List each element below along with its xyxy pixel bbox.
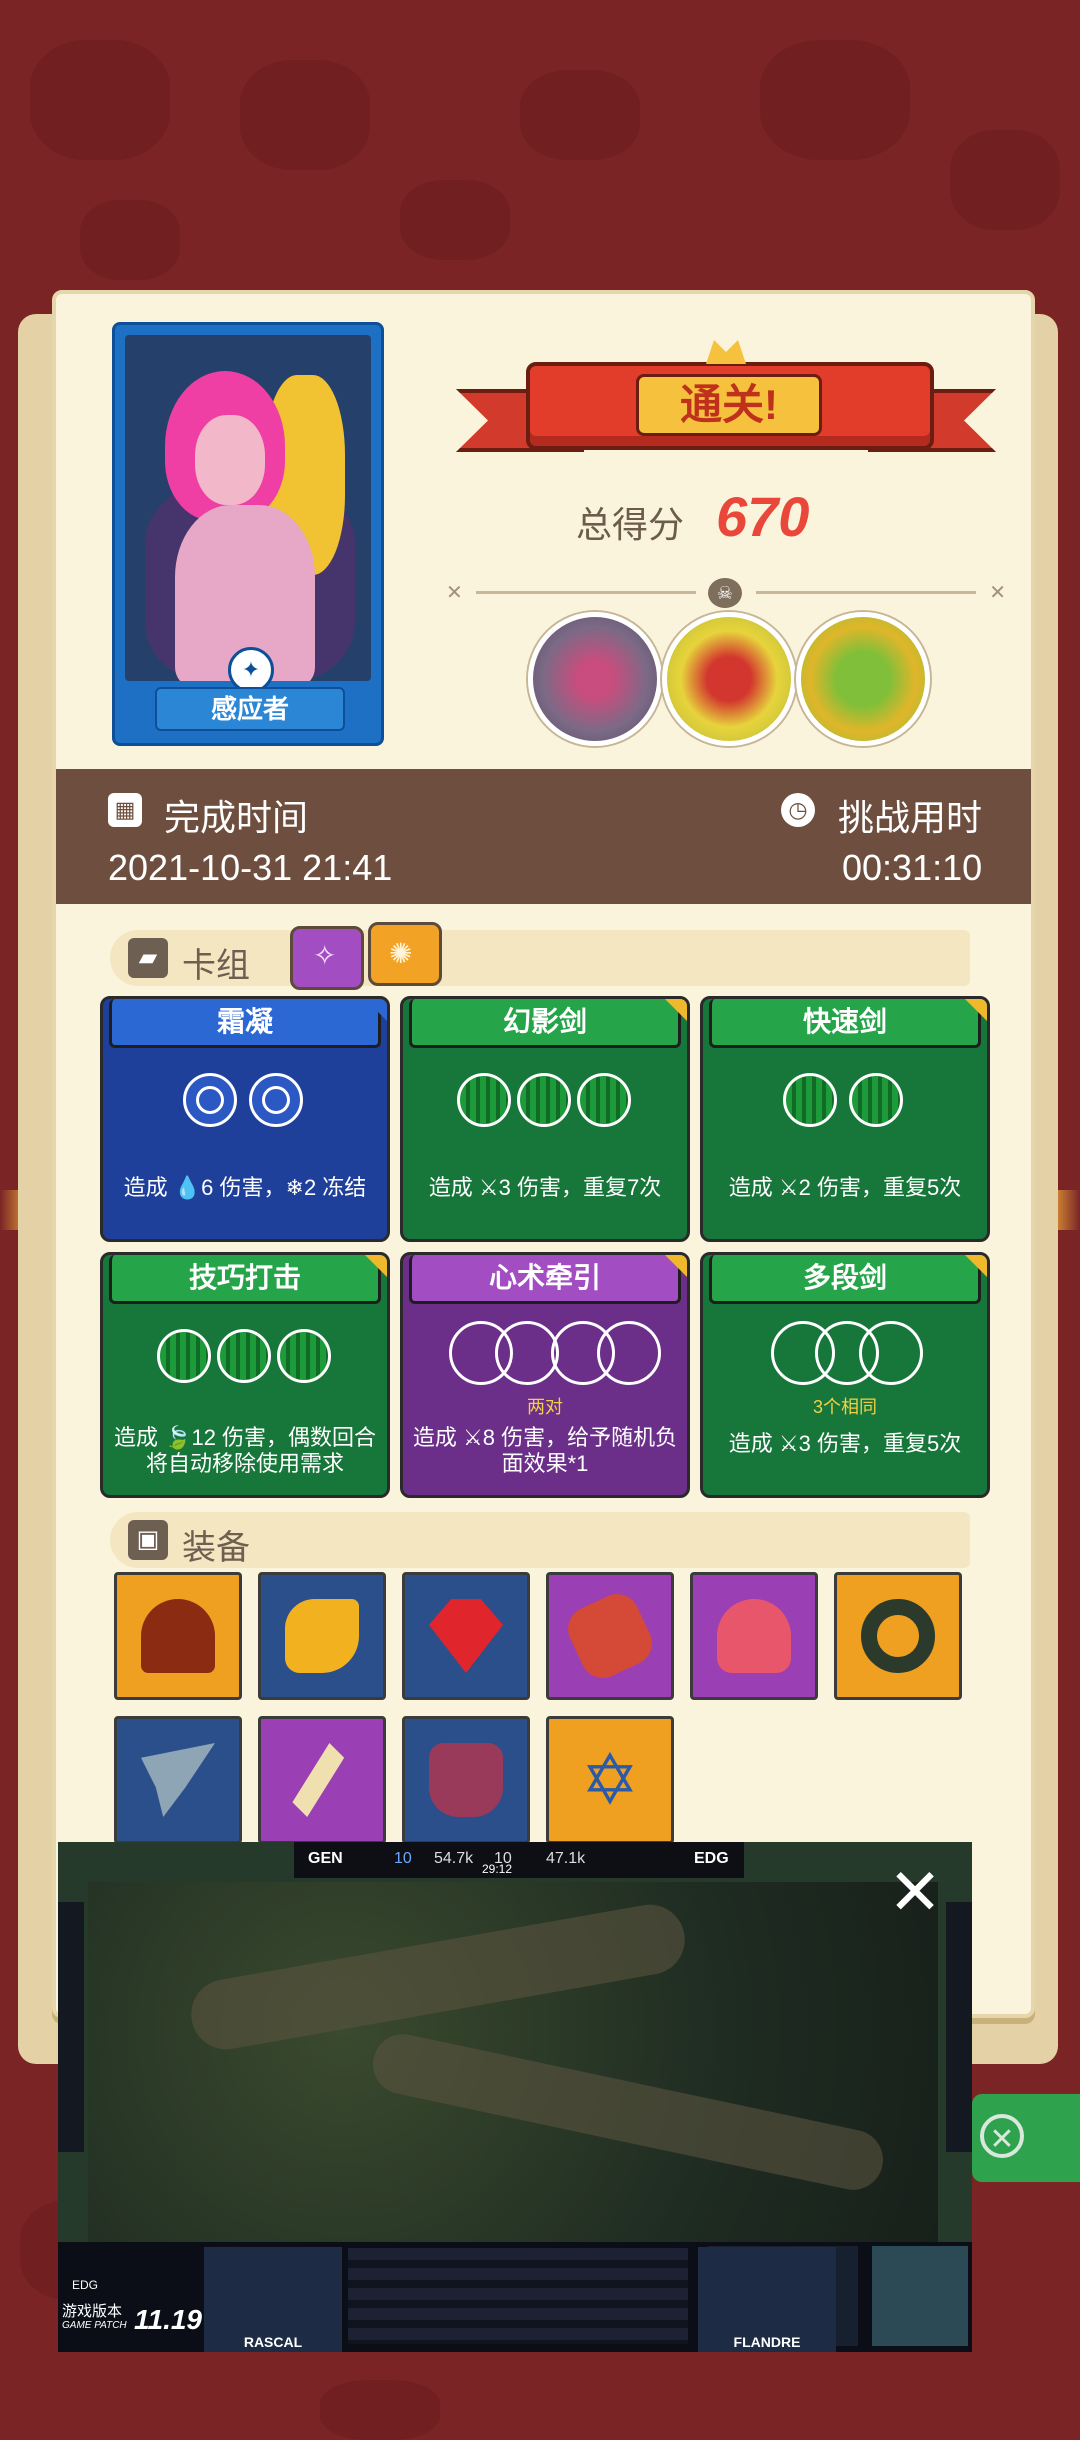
dice-slot-icon: [577, 1073, 631, 1127]
dice-slot-icon: [849, 1073, 903, 1127]
player-cam-left: RASCAL: [204, 2247, 342, 2352]
video-overlay[interactable]: GEN 10 54.7k 10 47.1k 29:12 EDG 游戏版本 GAM…: [58, 1842, 972, 2352]
pink-mushroom-icon[interactable]: [690, 1572, 818, 1700]
boss-portrait-1[interactable]: [528, 612, 662, 746]
dagger-icon[interactable]: [258, 1716, 386, 1844]
info-bar: ▦ 完成时间 2021-10-31 21:41 ◷ 挑战用时 00:31:10: [56, 769, 1031, 904]
rune-icon: ✧: [313, 940, 337, 971]
dark-ring-icon[interactable]: [834, 1572, 962, 1700]
dice-slot-icon: [183, 1073, 237, 1127]
finish-time-label: 完成时间: [164, 797, 309, 838]
empty-slot-icon: [597, 1321, 661, 1385]
crown-icon: [706, 340, 746, 364]
deck-filter-orange[interactable]: ✺: [368, 922, 442, 986]
dice-slot-icon: [517, 1073, 571, 1127]
crossed-swords-icon: ✕: [989, 582, 1006, 604]
score-value: 670: [716, 485, 810, 548]
left-team-list: [58, 1902, 84, 2152]
close-icon[interactable]: ✕: [980, 2114, 1024, 2158]
dice-slot-icon: [783, 1073, 837, 1127]
stopwatch-icon: ◷: [781, 793, 815, 827]
equipment-title: 装备: [182, 1529, 250, 1567]
result-panel: ✦ 感应者 通关! 总得分 670 ✕ ☠ ✕ ▦ 完成时间 2021-10-3…: [52, 290, 1035, 2018]
victory-ribbon: 通关!: [456, 334, 996, 464]
red-bracer-icon[interactable]: [546, 1572, 674, 1700]
character-name: 感应者: [155, 687, 345, 731]
empty-slot-icon: [859, 1321, 923, 1385]
character-portrait: [125, 335, 371, 681]
scoreboard: GEN 10 54.7k 10 47.1k 29:12 EDG: [294, 1842, 744, 1878]
close-video-button[interactable]: ✕: [888, 1861, 942, 1925]
armor-icon[interactable]: [402, 1716, 530, 1844]
game-map: [88, 1882, 938, 2252]
calendar-icon: ▦: [108, 793, 142, 827]
skull-icon: ☠: [708, 578, 742, 608]
equipment-section-header: ▣ 装备: [110, 1512, 970, 1568]
card-skill-strike[interactable]: 技巧打击 造成 🍃12 伤害，偶数回合将自动移除使用需求: [100, 1252, 390, 1498]
character-card[interactable]: ✦ 感应者: [112, 322, 384, 746]
deck-title: 卡组: [182, 947, 250, 985]
boss-divider: ✕ ☠ ✕: [446, 578, 1006, 608]
crossed-swords-icon: ✕: [446, 582, 463, 604]
hexagram-icon[interactable]: ✡: [546, 1716, 674, 1844]
card-multi-sword[interactable]: 多段剑 3个相同 造成 ⚔3 伤害，重复5次: [700, 1252, 990, 1498]
spiral-icon: ✺: [389, 938, 413, 969]
score-label: 总得分: [576, 504, 685, 545]
box-icon: ▣: [128, 1520, 168, 1560]
scythe-icon[interactable]: [114, 1716, 242, 1844]
cards-icon: ▰: [128, 938, 168, 978]
ruby-gem-icon[interactable]: [402, 1572, 530, 1700]
right-team-list: [946, 1902, 972, 2152]
dice-slot-icon: [457, 1073, 511, 1127]
finish-time-value: 2021-10-31 21:41: [108, 847, 393, 888]
deck-filter-purple[interactable]: ✧: [290, 926, 364, 990]
card-quick-sword[interactable]: 快速剑 造成 ⚔2 伤害，重复5次: [700, 996, 990, 1242]
empty-slot-icon: [495, 1321, 559, 1385]
hood-icon[interactable]: [114, 1572, 242, 1700]
gold-horn-icon[interactable]: [258, 1572, 386, 1700]
dice-slot-icon: [217, 1329, 271, 1383]
deck-section-header: ▰ 卡组 ✧ ✺: [110, 922, 970, 990]
dice-slot-icon: [249, 1073, 303, 1127]
duration-value: 00:31:10: [842, 847, 983, 888]
duration-label: 挑战用时: [838, 797, 983, 838]
card-phantom-sword[interactable]: 幻影剑 造成 ⚔3 伤害，重复7次: [400, 996, 690, 1242]
player-cam-right: FLANDRE: [698, 2247, 836, 2352]
dice-slot-icon: [157, 1329, 211, 1383]
dice-slot-icon: [277, 1329, 331, 1383]
victory-title: 通关!: [636, 374, 822, 436]
boss-portrait-2[interactable]: [662, 612, 796, 746]
boss-portrait-3[interactable]: [796, 612, 930, 746]
card-mind-pull[interactable]: 心术牵引 两对 造成 ⚔8 伤害，给予随机负面效果*1: [400, 1252, 690, 1498]
card-frost[interactable]: 霜凝 造成 💧6 伤害，❄2 冻结: [100, 996, 390, 1242]
